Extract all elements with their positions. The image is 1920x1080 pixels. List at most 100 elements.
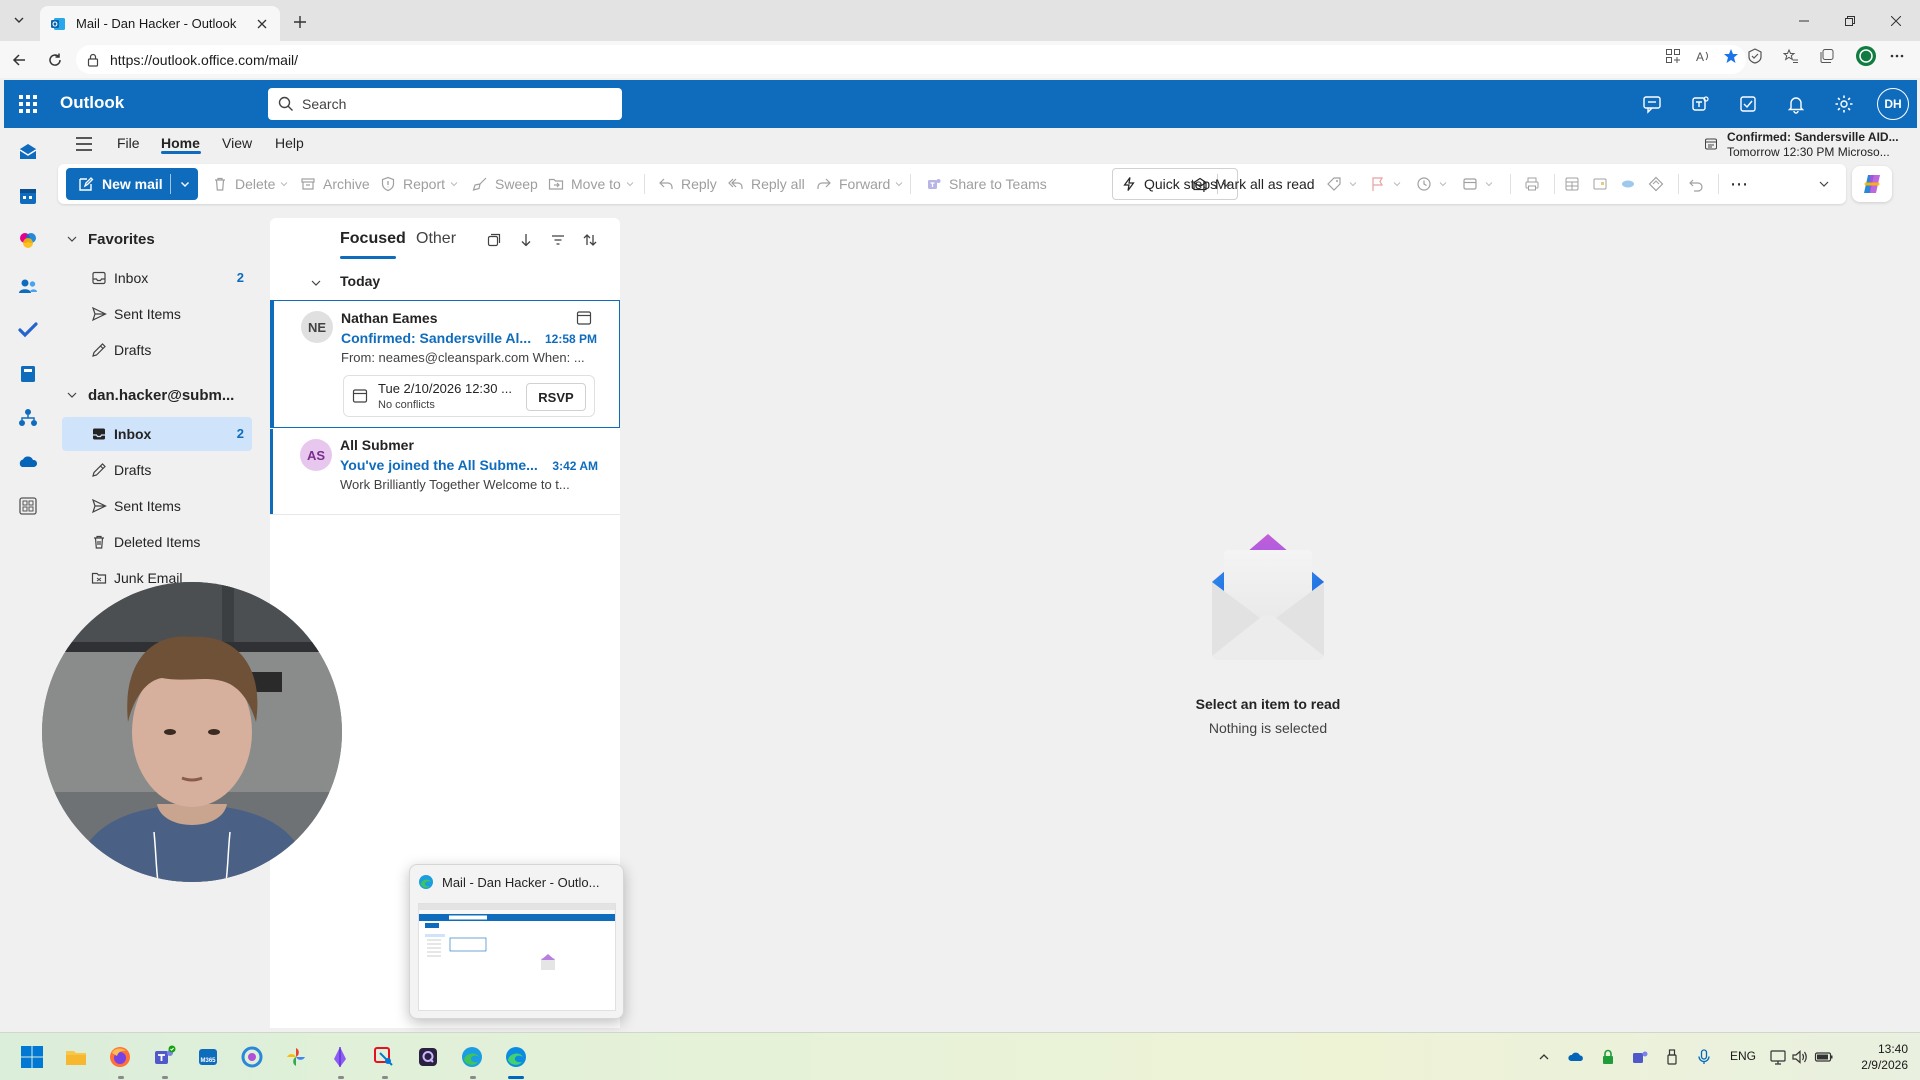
account-inbox[interactable]: Inbox 2: [62, 417, 252, 451]
new-mail-main[interactable]: New mail: [66, 168, 170, 200]
tab-help[interactable]: Help: [275, 135, 304, 151]
account-drafts[interactable]: Drafts: [62, 453, 252, 487]
report-button[interactable]: Report: [378, 168, 458, 200]
new-mail-button[interactable]: New mail: [66, 168, 198, 200]
mark-all-as-read-button[interactable]: Mark all as read: [1190, 168, 1315, 200]
hamburger-menu-icon[interactable]: [74, 134, 94, 154]
move-to-button[interactable]: Move to: [546, 168, 634, 200]
account-avatar[interactable]: DH: [1877, 88, 1909, 120]
meet-now-icon[interactable]: [1640, 92, 1664, 116]
read-aloud-icon[interactable]: A: [1694, 47, 1712, 65]
tab-view[interactable]: View: [222, 135, 252, 151]
rules-button[interactable]: [1460, 168, 1493, 200]
people-icon[interactable]: [16, 274, 40, 298]
favorites-list-icon[interactable]: [1782, 47, 1800, 65]
tag-button[interactable]: [1324, 168, 1357, 200]
favorites-sent-items[interactable]: Sent Items: [62, 297, 252, 331]
message-item[interactable]: NE Nathan Eames Confirmed: Sandersville …: [270, 300, 620, 428]
firefox-icon[interactable]: [106, 1043, 134, 1071]
search-input[interactable]: Search: [268, 88, 622, 120]
tab-home[interactable]: Home: [161, 135, 200, 151]
group-header-today[interactable]: Today: [270, 268, 620, 296]
browser-tab-outlook[interactable]: O Mail - Dan Hacker - Outlook: [40, 6, 280, 41]
network-tray-icon[interactable]: [1768, 1047, 1788, 1067]
close-window-icon[interactable]: [1873, 0, 1919, 41]
browser-essentials-icon[interactable]: [1746, 47, 1764, 65]
rsvp-button[interactable]: RSVP: [526, 383, 586, 411]
immersive-reader-button[interactable]: [1590, 168, 1615, 200]
teams-icon[interactable]: [1688, 92, 1712, 116]
settings-gear-icon[interactable]: [1832, 92, 1856, 116]
collections-icon[interactable]: [1818, 47, 1836, 65]
app-available-icon[interactable]: [1664, 47, 1682, 65]
app-launcher-waffle-icon[interactable]: [18, 94, 38, 114]
delete-button[interactable]: Delete: [210, 168, 288, 200]
browser-menu-more-icon[interactable]: [1888, 47, 1906, 65]
language-indicator[interactable]: ENG: [1730, 1049, 1756, 1063]
sort-icon[interactable]: [580, 230, 600, 250]
restore-icon[interactable]: [1827, 0, 1873, 41]
volume-tray-icon[interactable]: [1790, 1047, 1810, 1067]
forward-button[interactable]: Forward: [814, 168, 903, 200]
minimize-icon[interactable]: [1781, 0, 1827, 41]
mail-icon[interactable]: [16, 140, 40, 164]
favorites-group-header[interactable]: Favorites: [52, 222, 268, 258]
refresh-icon[interactable]: [42, 47, 68, 73]
onedrive-icon[interactable]: [16, 450, 40, 474]
show-hidden-icons-chevron-icon[interactable]: [1534, 1047, 1554, 1067]
copilot-taskbar-icon[interactable]: [238, 1043, 266, 1071]
viva-button[interactable]: [1646, 168, 1671, 200]
favorites-drafts[interactable]: Drafts: [62, 333, 252, 367]
tab-file[interactable]: File: [117, 135, 140, 151]
edge-dev-icon[interactable]: [458, 1043, 486, 1071]
account-deleted-items[interactable]: Deleted Items: [62, 525, 252, 559]
app-q-icon[interactable]: [414, 1043, 442, 1071]
favorite-star-icon[interactable]: [1722, 47, 1740, 65]
select-checkbox-icon[interactable]: [484, 230, 504, 250]
notifications-bell-icon[interactable]: [1784, 92, 1808, 116]
microsoft-365-icon[interactable]: M365: [194, 1043, 222, 1071]
flag-button[interactable]: [1368, 168, 1401, 200]
copilot-button[interactable]: [1852, 166, 1892, 202]
ribbon-expand-chevron-icon[interactable]: [1818, 168, 1830, 200]
share-to-teams-button[interactable]: Share to Teams: [924, 168, 1047, 200]
org-explorer-icon[interactable]: [16, 406, 40, 430]
system-clock[interactable]: 13:40 2/9/2026: [1834, 1041, 1908, 1073]
teams-tray-icon[interactable]: [1630, 1047, 1650, 1067]
profile-avatar-icon[interactable]: [1855, 45, 1877, 67]
account-group-header[interactable]: dan.hacker@subm...: [52, 378, 268, 414]
account-sent-items[interactable]: Sent Items: [62, 489, 252, 523]
usb-device-tray-icon[interactable]: [1662, 1047, 1682, 1067]
apps-button[interactable]: [1562, 168, 1587, 200]
battery-tray-icon[interactable]: [1814, 1047, 1834, 1067]
security-lock-tray-icon[interactable]: [1598, 1047, 1618, 1067]
windows-start-icon[interactable]: [18, 1043, 46, 1071]
onedrive-tray-icon[interactable]: [1566, 1047, 1586, 1067]
google-photos-icon[interactable]: [282, 1043, 310, 1071]
taskbar-window-preview[interactable]: Mail - Dan Hacker - Outlo...: [409, 864, 624, 1019]
snipping-tool-icon[interactable]: [370, 1043, 398, 1071]
close-tab-icon[interactable]: [254, 16, 270, 32]
loop-button[interactable]: [1618, 168, 1643, 200]
snooze-button[interactable]: [1414, 168, 1447, 200]
favorites-inbox[interactable]: Inbox 2: [62, 261, 252, 295]
tab-other[interactable]: Other: [416, 230, 456, 248]
my-day-icon[interactable]: [1736, 92, 1760, 116]
edge-browser-taskbar-icon[interactable]: [502, 1043, 530, 1071]
app-name[interactable]: Outlook: [60, 93, 124, 113]
undo-button[interactable]: [1686, 168, 1711, 200]
jump-to-icon[interactable]: [516, 230, 536, 250]
perplexity-icon[interactable]: [326, 1043, 354, 1071]
files-icon[interactable]: [16, 362, 40, 386]
address-bar[interactable]: https://outlook.office.com/mail/: [76, 45, 1746, 74]
file-explorer-icon[interactable]: [62, 1043, 90, 1071]
print-button[interactable]: [1522, 168, 1547, 200]
reply-all-button[interactable]: Reply all: [726, 168, 805, 200]
site-info-lock-icon[interactable]: [86, 53, 100, 67]
new-tab-plus-icon[interactable]: [288, 10, 312, 34]
sweep-button[interactable]: Sweep: [470, 168, 538, 200]
more-apps-icon[interactable]: [16, 494, 40, 518]
reply-button[interactable]: Reply: [656, 168, 717, 200]
microsoft-teams-icon[interactable]: [150, 1043, 178, 1071]
copilot-app-icon[interactable]: [16, 228, 40, 252]
